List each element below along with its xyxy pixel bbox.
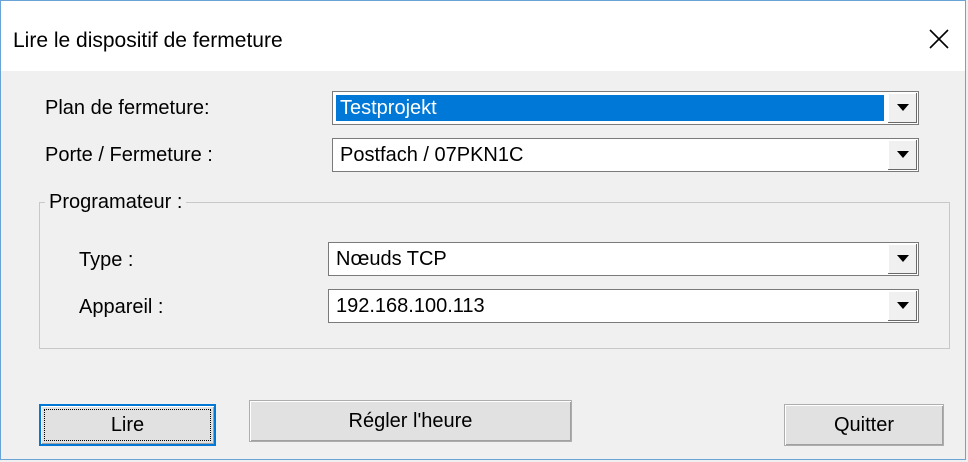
device-dropdown-button[interactable] <box>887 291 917 321</box>
read-button-label: Lire <box>110 413 145 436</box>
chevron-down-icon <box>896 302 909 309</box>
read-button[interactable]: Lire <box>39 404 216 446</box>
chevron-down-icon <box>896 151 909 158</box>
chevron-down-icon <box>896 104 909 111</box>
quit-button[interactable]: Quitter <box>784 404 944 446</box>
device-dropdown[interactable]: 192.168.100.113 <box>328 289 919 323</box>
door-label: Porte / Fermeture : <box>45 144 213 166</box>
chevron-down-icon <box>896 255 909 262</box>
locking-plan-label: Plan de fermeture: <box>45 97 210 119</box>
locking-plan-value: Testprojekt <box>336 95 884 121</box>
programmer-group-label: Programateur : <box>45 191 187 214</box>
locking-plan-dropdown-button[interactable] <box>887 93 917 123</box>
device-value: 192.168.100.113 <box>336 295 485 317</box>
close-button[interactable] <box>921 21 957 57</box>
door-dropdown-button[interactable] <box>887 140 917 170</box>
window-title: Lire le dispositif de fermeture <box>13 29 283 52</box>
type-label: Type : <box>79 249 134 271</box>
device-label: Appareil : <box>79 296 164 318</box>
door-dropdown[interactable]: Postfach / 07PKN1C <box>332 138 919 172</box>
type-value: Nœuds TCP <box>336 248 447 270</box>
title-bar: Lire le dispositif de fermeture <box>1 1 965 71</box>
dialog-window: Lire le dispositif de fermeture Plan de … <box>0 0 966 460</box>
locking-plan-dropdown[interactable]: Testprojekt <box>332 91 919 125</box>
close-icon <box>929 29 949 49</box>
quit-button-label: Quitter <box>833 413 895 436</box>
set-time-button[interactable]: Régler l'heure <box>249 400 572 442</box>
door-value: Postfach / 07PKN1C <box>340 144 524 166</box>
type-dropdown[interactable]: Nœuds TCP <box>328 242 919 276</box>
type-dropdown-button[interactable] <box>887 244 917 274</box>
set-time-button-label: Régler l'heure <box>348 409 473 432</box>
